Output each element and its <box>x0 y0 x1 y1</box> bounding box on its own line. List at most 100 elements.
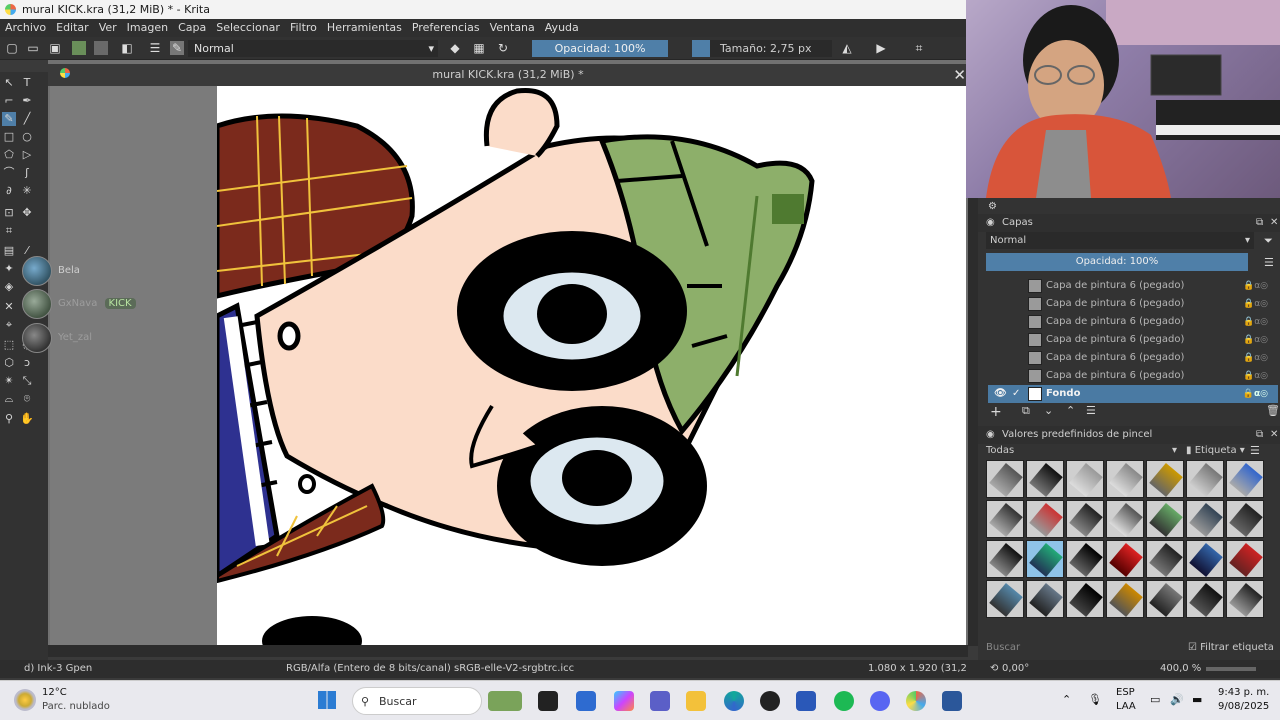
brush-filter-select[interactable]: Todas ▾ <box>986 444 1181 458</box>
layer-row[interactable]: Capa de pintura 6 (pegado) 🔒α◎ <box>988 349 1278 367</box>
brush-preset[interactable] <box>1186 500 1224 538</box>
rotate-icon[interactable]: ⟲ <box>990 660 998 678</box>
brush-preset[interactable] <box>1026 580 1064 618</box>
layer-row[interactable]: Capa de pintura 6 (pegado) 🔒α◎ <box>988 367 1278 385</box>
spotify-icon[interactable] <box>834 691 854 711</box>
brush-preset[interactable] <box>986 540 1024 578</box>
open-folder-icon[interactable]: ▭ <box>26 41 40 55</box>
delete-layer-icon[interactable]: 🗑 <box>1266 404 1280 417</box>
new-document-icon[interactable]: ▢ <box>5 41 19 55</box>
battery-icon[interactable]: ▬ <box>1192 693 1202 706</box>
brush-search-input[interactable]: Buscar <box>986 640 1166 656</box>
view-mode-icon[interactable]: ☰ <box>1250 444 1260 457</box>
gradient-tool-icon[interactable]: ▤ <box>2 244 16 258</box>
smart-patch-icon[interactable]: ✦ <box>2 262 16 276</box>
brush-preset[interactable] <box>1026 460 1064 498</box>
horizontal-scrollbar[interactable] <box>48 645 968 657</box>
filter-icon[interactable]: ⏷ <box>1264 234 1273 248</box>
brush-preset[interactable] <box>1146 500 1184 538</box>
layer-row[interactable]: Capa de pintura 6 (pegado) 🔒α◎ <box>988 331 1278 349</box>
lang-1[interactable]: ESP <box>1116 687 1135 698</box>
brush-preset[interactable] <box>1066 580 1104 618</box>
zoom-slider[interactable] <box>1206 667 1256 671</box>
magic-wand-icon[interactable]: ✴ <box>2 374 16 388</box>
line-tool-icon[interactable]: ╱ <box>20 112 34 126</box>
menu-seleccionar[interactable]: Seleccionar <box>211 19 285 37</box>
brush-preset[interactable] <box>1226 540 1264 578</box>
brush-preset[interactable] <box>1226 500 1264 538</box>
freehand-path-icon[interactable]: ʃ <box>20 166 34 180</box>
filter-tag-checkbox[interactable]: ☑ Filtrar etiqueta <box>1188 640 1274 656</box>
store-icon[interactable] <box>576 691 596 711</box>
brush-preset[interactable] <box>1186 460 1224 498</box>
blend-mode-select[interactable]: Normal ▾ <box>188 40 438 57</box>
layer-lock-icon[interactable]: 🔒α◎ <box>1243 313 1268 331</box>
start-icon[interactable] <box>318 691 336 709</box>
polygon-select-icon[interactable]: ⬡ <box>2 356 16 370</box>
check-icon[interactable]: ✓ <box>1012 385 1020 403</box>
layer-row[interactable]: Capa de pintura 6 (pegado) 🔒α◎ <box>988 295 1278 313</box>
close-icon[interactable]: ✕ <box>1270 214 1278 232</box>
menu-ver[interactable]: Ver <box>94 19 122 37</box>
microphone-icon[interactable]: 🎙 <box>1088 693 1102 706</box>
menu-icon[interactable]: ☰ <box>1264 256 1274 269</box>
menu-capa[interactable]: Capa <box>173 19 211 37</box>
color-swap-icon[interactable]: ◧ <box>120 41 134 55</box>
brush-preset[interactable] <box>986 580 1024 618</box>
lang-2[interactable]: LAA <box>1116 701 1136 712</box>
brush-preset[interactable] <box>1226 580 1264 618</box>
menu-editar[interactable]: Editar <box>51 19 94 37</box>
obs-icon[interactable] <box>760 691 780 711</box>
layer-row-fondo[interactable]: 👁 ✓ Fondo 🔒α◎ <box>988 385 1278 403</box>
layer-row[interactable]: Capa de pintura 6 (pegado) 🔒α◎ <box>988 313 1278 331</box>
crop-tool-icon[interactable]: ⌗ <box>2 224 16 238</box>
preserve-alpha-icon[interactable]: ▦ <box>472 41 486 55</box>
eraser-icon[interactable]: ◆ <box>448 41 462 55</box>
save-icon[interactable]: ▣ <box>48 41 62 55</box>
file-explorer-icon[interactable] <box>686 691 706 711</box>
reference-tool-icon[interactable]: ⌖ <box>2 318 16 332</box>
size-slider[interactable]: Tamaño: 2,75 px <box>692 40 832 57</box>
brush-preset[interactable] <box>986 460 1024 498</box>
polyline-tool-icon[interactable]: ▷ <box>20 148 34 162</box>
brush-preset[interactable] <box>1066 460 1104 498</box>
float-icon[interactable]: ⧉ <box>1256 214 1263 232</box>
weather-icon[interactable] <box>14 689 36 711</box>
bezier-select-icon[interactable]: ⌓ <box>2 392 16 406</box>
clock-time[interactable]: 9:43 p. m. <box>1218 687 1269 698</box>
similar-select-icon[interactable]: ⤡ <box>20 374 34 388</box>
multibrush-icon[interactable]: ✳ <box>20 184 34 198</box>
layer-lock-icon[interactable]: 🔒α◎ <box>1243 277 1268 295</box>
duplicate-layer-icon[interactable]: ⧉ <box>1022 404 1030 418</box>
copilot-icon[interactable] <box>614 691 634 711</box>
mirror-vertical-icon[interactable]: ▶ <box>874 41 888 55</box>
freehand-brush-icon[interactable]: ✎ <box>2 112 16 126</box>
mirror-horizontal-icon[interactable]: ◭ <box>840 41 854 55</box>
brush-preset[interactable] <box>1026 500 1064 538</box>
zoom-tool-icon[interactable]: ⚲ <box>2 412 16 426</box>
text-tool-icon[interactable]: T <box>20 76 34 90</box>
krita-taskbar-icon[interactable] <box>906 691 926 711</box>
transform-tool-icon[interactable]: ⊡ <box>2 206 16 220</box>
polygon-tool-icon[interactable]: ⬠ <box>2 148 16 162</box>
rect-select-icon[interactable]: ⬚ <box>2 338 16 352</box>
network-icon[interactable]: ▭ <box>1150 693 1160 706</box>
task-view-icon[interactable] <box>538 691 558 711</box>
layer-lock-icon[interactable]: 🔒α◎ <box>1243 385 1268 403</box>
layer-lock-icon[interactable]: 🔒α◎ <box>1243 331 1268 349</box>
assistant-tool-icon[interactable]: ✕ <box>2 300 16 314</box>
properties-icon[interactable]: ☰ <box>1086 404 1096 417</box>
layer-lock-icon[interactable]: 🔒α◎ <box>1243 367 1268 385</box>
fill-tool-icon[interactable]: ◈ <box>2 280 16 294</box>
brush-preset[interactable] <box>1106 500 1144 538</box>
brush-preset[interactable] <box>1186 540 1224 578</box>
calligraphy-icon[interactable]: ✒ <box>20 94 34 108</box>
brush-settings-icon[interactable]: ☰ <box>148 41 162 55</box>
reload-icon[interactable]: ↻ <box>496 41 510 55</box>
brush-preset[interactable] <box>1226 460 1264 498</box>
layer-row[interactable]: Capa de pintura 6 (pegado) 🔒α◎ <box>988 277 1278 295</box>
dynamic-brush-icon[interactable]: ∂ <box>2 184 16 198</box>
eye-icon[interactable]: 👁 <box>994 385 1007 403</box>
chevron-up-icon[interactable]: ⌃ <box>1062 693 1071 706</box>
close-icon[interactable]: ✕ <box>953 66 966 84</box>
